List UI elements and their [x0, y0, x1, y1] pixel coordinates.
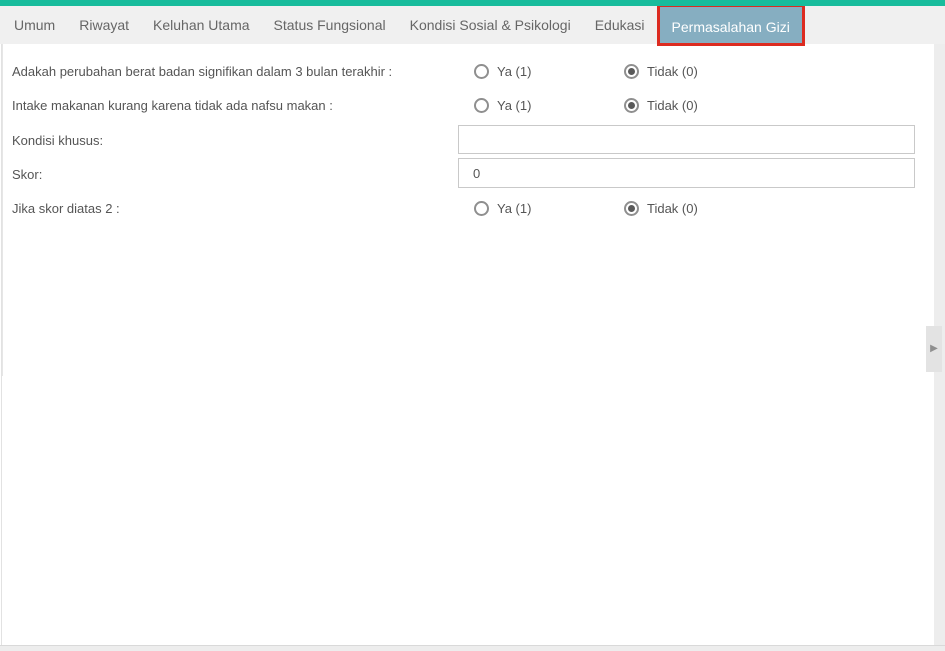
form-row: Jika skor diatas 2 : Ya (1) Tidak (0) — [12, 197, 915, 219]
tab-status-fungsional[interactable]: Status Fungsional — [262, 6, 398, 44]
field-label-skor: Skor: — [12, 166, 43, 182]
radio-label: Tidak (0) — [647, 97, 698, 113]
form-row: Kondisi khusus: — [12, 131, 458, 149]
radio-option-tidak[interactable]: Tidak (0) — [624, 200, 698, 216]
tab-keluhan-utama[interactable]: Keluhan Utama — [141, 6, 262, 44]
radio-label: Ya (1) — [497, 200, 532, 216]
form-row: Adakah perubahan berat badan signifikan … — [12, 60, 915, 82]
radio-option-ya[interactable]: Ya (1) — [474, 200, 624, 216]
radio-icon-ya[interactable] — [474, 97, 489, 113]
radio-group-perubahan-berat-badan: Ya (1) Tidak (0) — [458, 63, 698, 79]
tab-edukasi[interactable]: Edukasi — [583, 6, 657, 44]
tab-kondisi-sosial-psikologi[interactable]: Kondisi Sosial & Psikologi — [398, 6, 583, 44]
radio-icon-ya[interactable] — [474, 63, 489, 79]
radio-option-ya[interactable]: Ya (1) — [474, 97, 624, 113]
tab-riwayat[interactable]: Riwayat — [67, 6, 141, 44]
top-accent-bar — [0, 0, 945, 6]
radio-icon-tidak[interactable] — [624, 200, 639, 216]
radio-label: Ya (1) — [497, 97, 532, 113]
field-label-intake-makanan: Intake makanan kurang karena tidak ada n… — [12, 97, 333, 113]
skor-input[interactable] — [458, 158, 915, 188]
tab-bar: Umum Riwayat Keluhan Utama Status Fungsi… — [0, 3, 945, 46]
radio-label: Tidak (0) — [647, 63, 698, 79]
kondisi-khusus-input[interactable] — [458, 125, 915, 154]
right-panel-strip: ▶ — [926, 44, 945, 651]
bottom-scrollbar-track[interactable] — [0, 645, 945, 651]
form-row: Skor: — [12, 165, 458, 183]
field-label-kondisi-khusus: Kondisi khusus: — [12, 132, 104, 148]
radio-icon-tidak[interactable] — [624, 63, 639, 79]
radio-option-tidak[interactable]: Tidak (0) — [624, 97, 698, 113]
form-page: Umum Riwayat Keluhan Utama Status Fungsi… — [0, 0, 945, 651]
field-label-jika-skor-diatas-2: Jika skor diatas 2 : — [12, 200, 120, 216]
right-panel-expand-handle[interactable]: ▶ — [926, 326, 942, 372]
tab-permasalahan-gizi[interactable]: Permasalahan Gizi — [656, 3, 805, 46]
radio-icon-ya[interactable] — [474, 200, 489, 216]
form-row: Intake makanan kurang karena tidak ada n… — [12, 94, 915, 116]
tab-umum[interactable]: Umum — [2, 6, 67, 44]
radio-label: Tidak (0) — [647, 200, 698, 216]
radio-option-tidak[interactable]: Tidak (0) — [624, 63, 698, 79]
radio-option-ya[interactable]: Ya (1) — [474, 63, 624, 79]
chevron-right-icon: ▶ — [930, 343, 938, 354]
panel-left-border — [2, 44, 3, 376]
radio-group-intake-makanan: Ya (1) Tidak (0) — [458, 97, 698, 113]
radio-icon-tidak[interactable] — [624, 97, 639, 113]
radio-group-jika-skor-diatas-2: Ya (1) Tidak (0) — [458, 200, 698, 216]
field-label-perubahan-berat-badan: Adakah perubahan berat badan signifikan … — [12, 63, 393, 79]
radio-label: Ya (1) — [497, 63, 532, 79]
